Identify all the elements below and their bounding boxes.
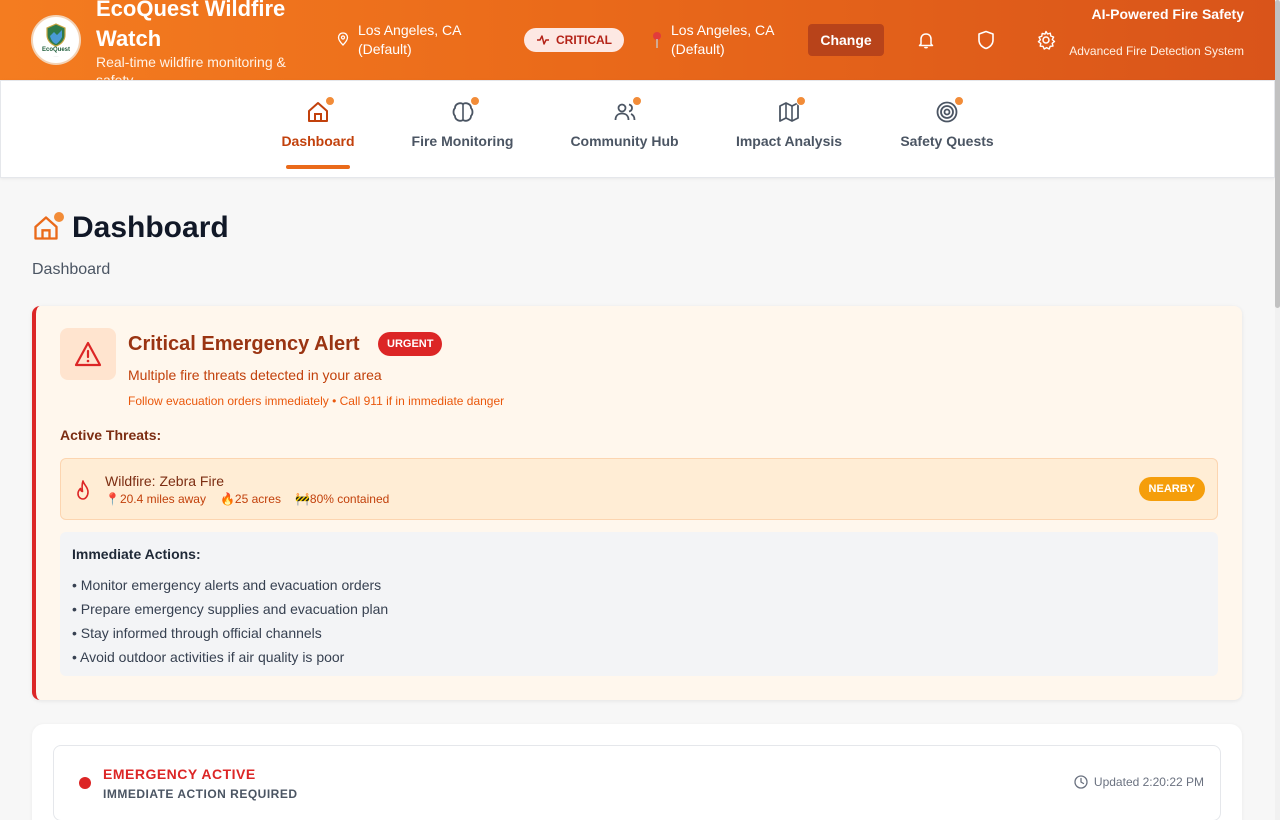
- status-badge: CRITICAL: [524, 28, 624, 52]
- updated-label: Updated 2:20:22 PM: [1093, 775, 1204, 789]
- list-item: • Avoid outdoor activities if air qualit…: [72, 649, 345, 665]
- notification-dot: [325, 96, 335, 106]
- current-location: Los Angeles, CA (Default): [358, 22, 461, 57]
- notification-dot: [954, 96, 964, 106]
- actions-list: • Monitor emergency alerts and evacuatio…: [72, 573, 388, 669]
- active-threats-label: Active Threats:: [60, 427, 162, 443]
- shield-icon[interactable]: [975, 29, 997, 51]
- tab-label: Dashboard: [281, 133, 355, 149]
- status-dot: [79, 777, 91, 789]
- tab-impact-analysis[interactable]: Impact Analysis: [735, 96, 843, 177]
- home-icon: [32, 212, 64, 242]
- tab-fire-monitoring[interactable]: Fire Monitoring: [411, 96, 514, 177]
- list-item: • Prepare emergency supplies and evacuat…: [72, 601, 389, 617]
- immediate-actions: Immediate Actions: • Monitor emergency a…: [60, 532, 1218, 676]
- threat-name: Wildfire: Zebra Fire: [105, 473, 225, 489]
- flame-icon: [75, 480, 91, 505]
- scrollbar-thumb[interactable]: [1275, 0, 1280, 308]
- activity-icon: [537, 35, 549, 45]
- tab-label: Impact Analysis: [735, 133, 843, 149]
- active-tab-indicator: [286, 165, 350, 169]
- notification-dot: [469, 96, 480, 106]
- alert-title: Critical Emergency Alert: [128, 333, 360, 355]
- tab-label: Safety Quests: [900, 133, 994, 149]
- nearby-badge: NEARBY: [1138, 477, 1205, 501]
- threat-acres: 🔥25 acres: [219, 492, 281, 506]
- selected-location: Los Angeles, CA (Default): [671, 22, 774, 57]
- emergency-subtitle: IMMEDIATE ACTION REQUIRED: [103, 787, 298, 801]
- tab-label: Community Hub: [570, 133, 679, 149]
- map-icon: [776, 96, 806, 125]
- notification-dot: [796, 96, 806, 106]
- page-scrollbar[interactable]: [1275, 0, 1280, 820]
- users-icon: [612, 96, 642, 125]
- urgent-badge: URGENT: [378, 332, 443, 356]
- list-item: • Stay informed through official channel…: [72, 625, 322, 641]
- bell-icon[interactable]: [915, 29, 937, 51]
- notification-dot: [631, 96, 642, 106]
- warning-icon: [60, 328, 116, 380]
- emergency-title: EMERGENCY ACTIVE: [103, 766, 256, 782]
- location-pin-icon: [337, 32, 349, 51]
- ai-subtitle: Advanced Fire Detection System: [1069, 44, 1244, 58]
- app-header: EcoQuest ····· EcoQuest Wildfire Watch R…: [0, 0, 1275, 80]
- emergency-status-card: EMERGENCY ACTIVE IMMEDIATE ACTION REQUIR…: [32, 724, 1242, 820]
- threat-distance: 📍20.4 miles away: [105, 492, 206, 506]
- alert-note: Follow evacuation orders immediately • C…: [128, 394, 505, 408]
- home-icon: [305, 96, 335, 125]
- threat-item[interactable]: Wildfire: Zebra Fire 📍20.4 miles away 🔥2…: [60, 458, 1218, 520]
- shield-logo-icon: [46, 22, 66, 47]
- red-pin-icon: [651, 31, 663, 54]
- critical-alert-card: Critical Emergency Alert URGENT Multiple…: [32, 306, 1242, 700]
- app-subtitle: Real-time wildfire monitoring & safety: [96, 54, 286, 80]
- threat-contained: 🚧80% contained: [294, 492, 390, 506]
- ai-title: AI-Powered Fire Safety: [1091, 6, 1245, 22]
- main-nav: Dashboard Fire Monitoring Community Hub …: [0, 80, 1275, 178]
- clock-icon: [1074, 775, 1088, 789]
- logo-sub: ·····: [53, 53, 59, 58]
- target-icon: [934, 96, 964, 125]
- app-logo[interactable]: EcoQuest ·····: [31, 15, 81, 65]
- emergency-status-panel: EMERGENCY ACTIVE IMMEDIATE ACTION REQUIR…: [53, 745, 1221, 820]
- updated-timestamp: Updated 2:20:22 PM: [1074, 775, 1204, 789]
- tab-safety-quests[interactable]: Safety Quests: [899, 96, 995, 177]
- list-item: • Monitor emergency alerts and evacuatio…: [72, 577, 382, 593]
- brain-icon: [450, 96, 480, 125]
- status-badge-label: CRITICAL: [556, 33, 612, 47]
- tab-community-hub[interactable]: Community Hub: [569, 96, 680, 177]
- alert-subtitle: Multiple fire threats detected in your a…: [128, 367, 382, 383]
- threat-meta: 📍20.4 miles away 🔥25 acres 🚧80% containe…: [105, 492, 389, 506]
- notification-dot: [54, 212, 64, 222]
- change-location-button[interactable]: Change: [808, 24, 884, 56]
- app-title: EcoQuest Wildfire Watch: [96, 0, 286, 51]
- page-title: Dashboard: [72, 211, 229, 244]
- tab-dashboard[interactable]: Dashboard: [281, 96, 355, 177]
- tab-label: Fire Monitoring: [411, 133, 514, 149]
- breadcrumb: Dashboard: [32, 261, 111, 278]
- logo-text: EcoQuest: [41, 46, 70, 53]
- actions-title: Immediate Actions:: [72, 546, 201, 562]
